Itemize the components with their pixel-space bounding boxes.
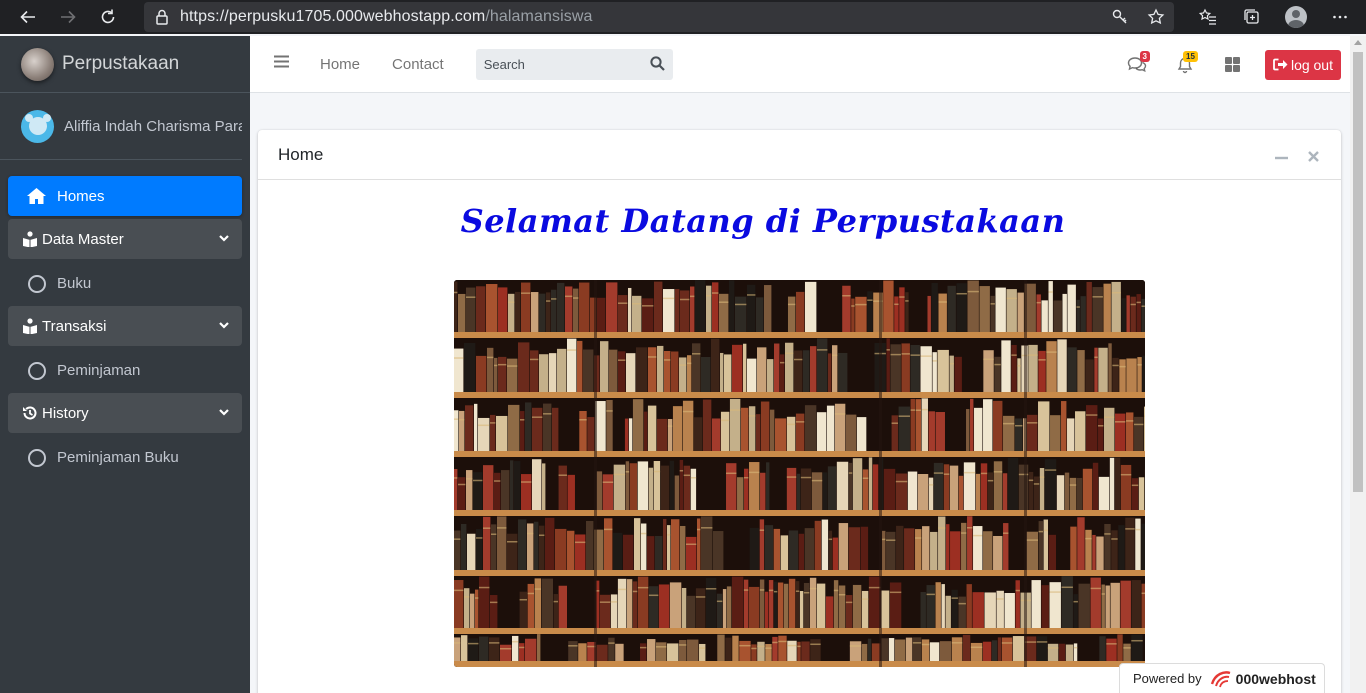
nav-link-contact[interactable]: Contact (392, 56, 444, 73)
circle-icon (28, 274, 46, 293)
profile-icon (1285, 6, 1307, 28)
arrow-left-icon (20, 10, 35, 24)
sidebar-item-data-master[interactable]: Data Master (8, 219, 242, 259)
notifications-dropdown[interactable]: 15 (1161, 45, 1209, 85)
logout-label: log out (1290, 56, 1333, 73)
url-text: https://perpusku1705.000webhostapp.com/h… (180, 8, 592, 26)
sidebar-item-peminjaman[interactable]: Peminjaman (8, 349, 242, 392)
home-icon (26, 187, 48, 205)
sidebar-item-label: Buku (57, 275, 92, 292)
apps-grid-button[interactable] (1209, 45, 1257, 85)
card-title: Home (278, 144, 324, 164)
key-icon[interactable] (1102, 8, 1138, 26)
chevron-down-icon (218, 318, 230, 335)
more-menu-icon[interactable] (1318, 0, 1362, 34)
lock-icon (144, 9, 180, 25)
remove-card-button[interactable] (1297, 147, 1329, 165)
home-card: Home Selamat Datang di Perpustakaan (258, 130, 1341, 693)
circle-icon (28, 448, 46, 467)
top-navbar: Home Contact 3 15 log out (250, 36, 1350, 93)
welcome-heading: Selamat Datang di Perpustakaan (460, 202, 1066, 240)
sidebar-item-history[interactable]: History (8, 393, 242, 433)
user-avatar (21, 109, 54, 143)
sidebar-item-label: Transaksi (42, 317, 107, 335)
messages-dropdown[interactable]: 3 (1113, 45, 1161, 85)
browser-toolbar: https://perpusku1705.000webhostapp.com/h… (0, 0, 1366, 34)
sidebar-item-label: Data Master (42, 230, 124, 248)
page-scrollbar[interactable] (1350, 36, 1366, 693)
scroll-thumb[interactable] (1353, 52, 1363, 492)
sidebar-menu: Homes Data Master Buku Transaksi Peminja… (0, 160, 250, 479)
minus-icon (1274, 156, 1288, 159)
bookshelf-image (454, 280, 1145, 667)
brand-logo (21, 47, 54, 81)
sidebar-item-peminjaman-buku[interactable]: Peminjaman Buku (8, 436, 242, 479)
bookshelf-illustration (454, 280, 1145, 667)
sign-out-icon (1273, 58, 1288, 71)
brand-link[interactable]: Perpustakaan (0, 36, 250, 93)
sidebar: Perpustakaan Aliffia Indah Charisma Para… (0, 36, 250, 693)
forward-button[interactable] (48, 0, 88, 34)
url-host: https://perpusku1705.000webhostapp.com (180, 8, 486, 25)
reload-button[interactable] (88, 0, 128, 34)
user-name: Aliffia Indah Charisma Para (64, 117, 242, 135)
chevron-down-icon (218, 405, 230, 422)
koala-icon (24, 114, 51, 135)
book-reader-icon (22, 318, 42, 334)
logout-button[interactable]: log out (1264, 49, 1341, 80)
star-icon[interactable] (1138, 8, 1174, 26)
card-tools (1265, 147, 1329, 165)
brand-text: Perpustakaan (62, 53, 180, 74)
arrow-right-icon (61, 10, 76, 24)
sidebar-item-transaksi[interactable]: Transaksi (8, 306, 242, 346)
url-path: /halamansiswa (485, 8, 593, 25)
book-reader-icon (22, 231, 42, 247)
history-icon (22, 405, 42, 421)
profile-avatar[interactable] (1274, 0, 1318, 34)
webhost-logo-icon (1210, 670, 1232, 688)
sidebar-item-label: Peminjaman (57, 362, 141, 379)
nav-link-home[interactable]: Home (320, 56, 360, 73)
search-input[interactable] (475, 48, 636, 80)
navbar-search (475, 48, 673, 80)
close-icon (1307, 150, 1319, 162)
menu-toggle-icon[interactable] (274, 55, 289, 73)
collapse-card-button[interactable] (1265, 147, 1297, 165)
card-header: Home (258, 130, 1341, 180)
favorites-icon[interactable] (1186, 0, 1230, 34)
reload-icon (101, 9, 115, 24)
sidebar-item-label: History (42, 404, 89, 422)
address-bar[interactable]: https://perpusku1705.000webhostapp.com/h… (144, 2, 1174, 32)
sidebar-item-buku[interactable]: Buku (8, 262, 242, 305)
powered-by-badge[interactable]: Powered by 000webhost (1119, 663, 1325, 693)
sidebar-item-label: Homes (57, 187, 105, 205)
webhost-brand-text: 000webhost (1235, 670, 1316, 687)
scroll-up-arrow[interactable] (1354, 40, 1362, 45)
powered-by-text: Powered by (1133, 671, 1202, 686)
collections-icon[interactable] (1230, 0, 1274, 34)
notifications-count-badge: 15 (1183, 50, 1198, 62)
search-icon[interactable] (650, 55, 665, 76)
sidebar-item-homes[interactable]: Homes (8, 176, 242, 216)
user-panel[interactable]: Aliffia Indah Charisma Para (0, 93, 242, 160)
th-large-icon (1225, 57, 1241, 72)
circle-icon (28, 361, 46, 380)
back-button[interactable] (8, 0, 48, 34)
sidebar-item-label: Peminjaman Buku (57, 449, 179, 466)
messages-count-badge: 3 (1139, 50, 1150, 62)
chevron-down-icon (218, 231, 230, 248)
